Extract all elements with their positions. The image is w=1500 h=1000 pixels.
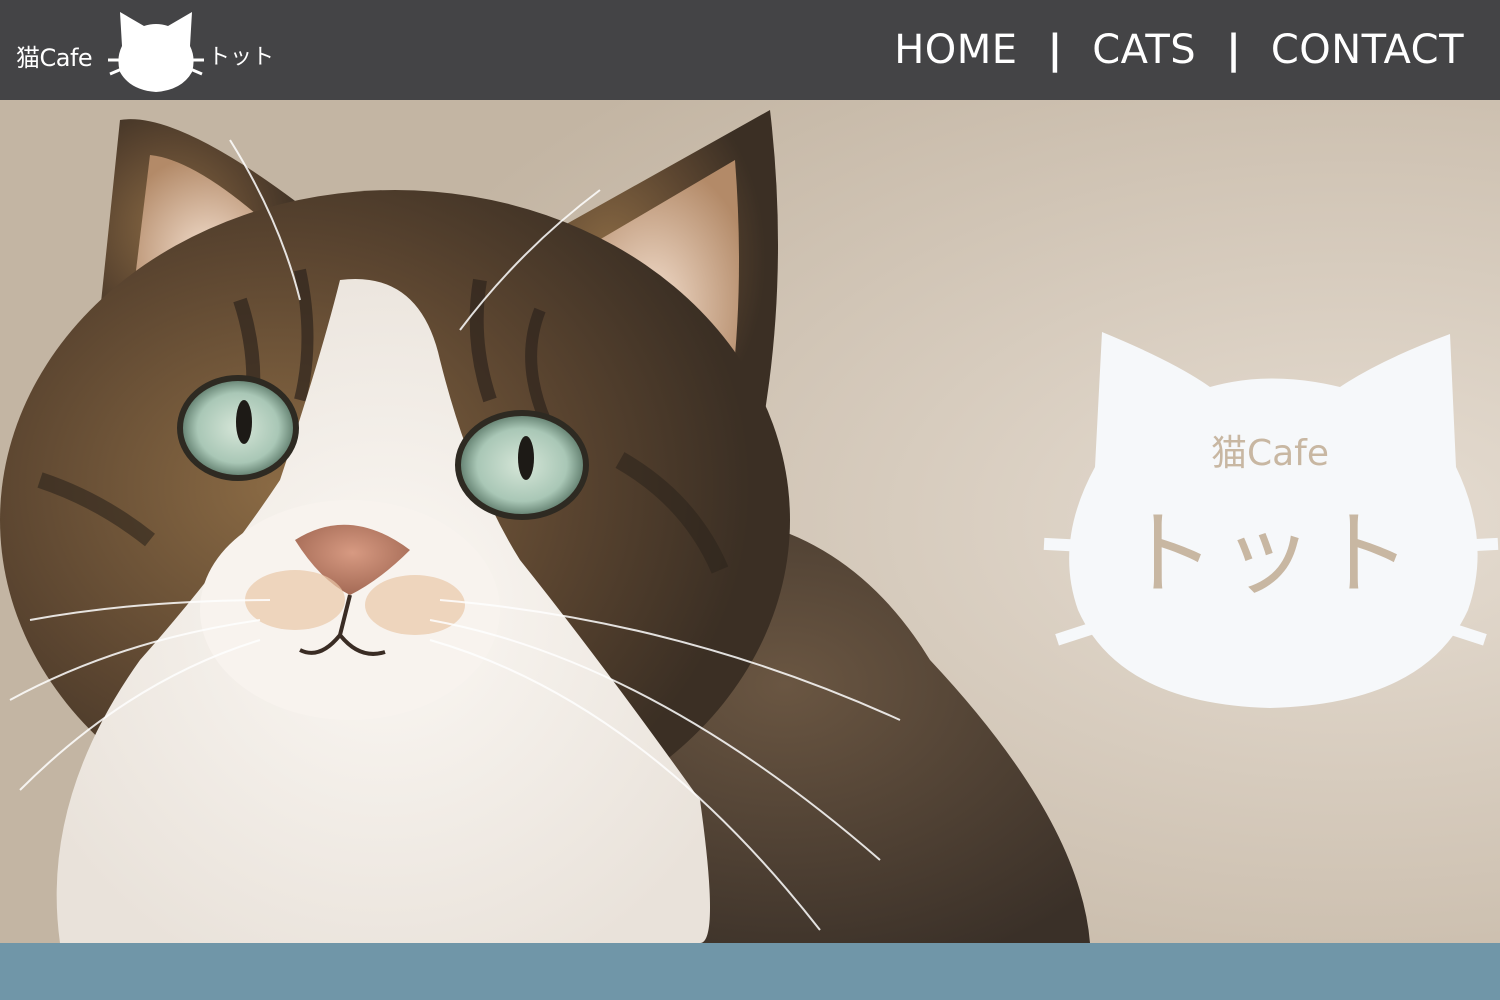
nav-contact-link[interactable]: CONTACT	[1271, 22, 1464, 78]
brand-name: トット	[208, 45, 275, 70]
hero-logo-name: トット	[1122, 501, 1417, 608]
main-nav: HOME | CATS | CONTACT	[894, 22, 1464, 78]
nav-home-link[interactable]: HOME	[894, 22, 1017, 78]
hero-section: 猫Cafe トット	[0, 100, 1500, 943]
brand-logo[interactable]: 猫Cafe トット	[16, 8, 296, 92]
nav-separator: |	[1226, 27, 1241, 73]
bottom-band	[0, 943, 1500, 1000]
hero-cafe-logo: 猫Cafe トット	[1040, 332, 1500, 712]
nav-separator: |	[1047, 27, 1063, 73]
cat-head-icon	[108, 12, 204, 92]
site-header: 猫Cafe トット HOME | CATS | CONTACT	[0, 0, 1500, 100]
nav-cats-link[interactable]: CATS	[1092, 22, 1196, 78]
brand-prefix: 猫Cafe	[16, 44, 93, 72]
hero-logo-prefix: 猫Cafe	[1210, 433, 1330, 474]
